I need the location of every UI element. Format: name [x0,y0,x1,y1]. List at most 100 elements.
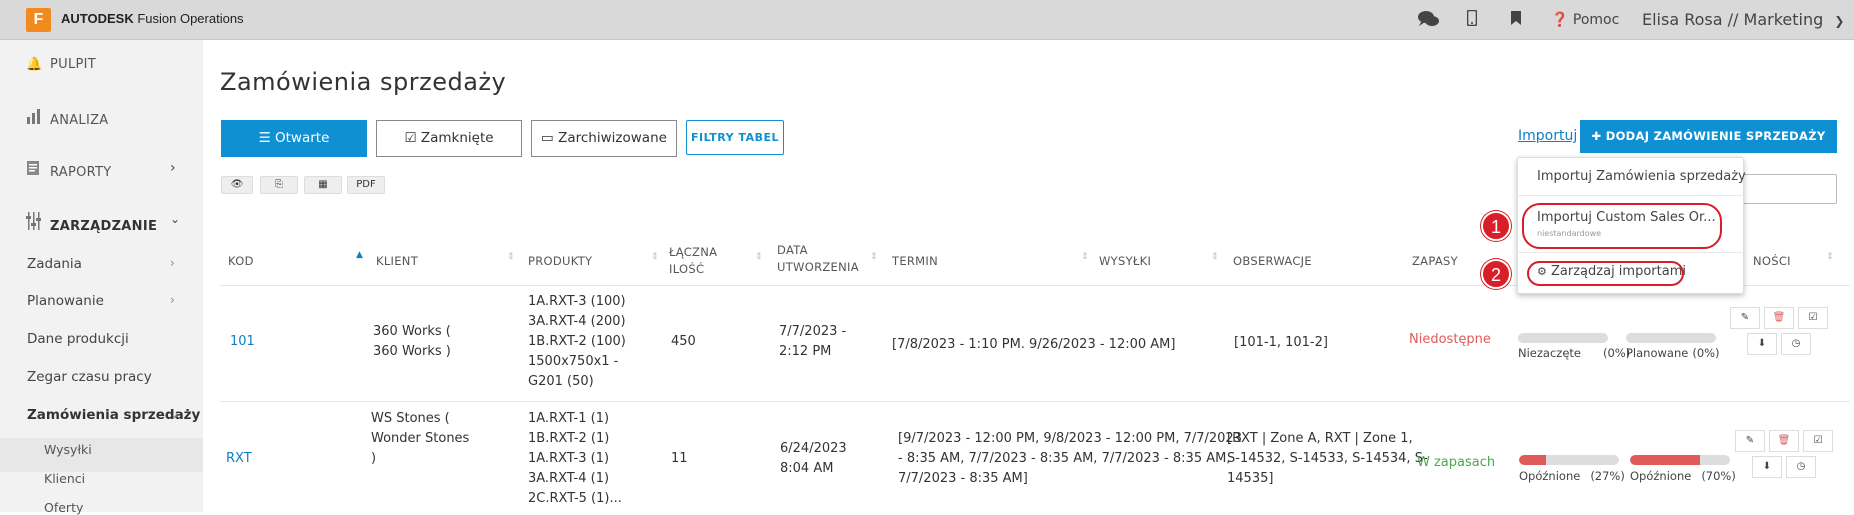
bell-icon: 🔔 [26,57,43,72]
deadline-cell: [9/7/2023 - 12:00 PM, 9/8/2023 - 12:00 P… [898,431,1242,486]
question-icon: ❓ [1551,12,1569,28]
created-date-cell: 7/7/2023 - 2:12 PM [779,324,847,359]
mobile-icon[interactable] [1466,9,1478,30]
sidebar-item-oferty[interactable]: Oferty [44,500,83,515]
sort-icon[interactable]: ⇕ [870,252,878,262]
copy-button[interactable]: ⎘ [260,176,298,194]
table-filters-button[interactable]: FILTRY TABEL [686,120,784,155]
download-button[interactable]: ⬇ [1747,333,1777,355]
header-ilosc[interactable]: ŁĄCZNA ILOŚĆ [669,245,717,276]
order-code-link[interactable]: RXT [226,449,252,469]
import-link[interactable]: Importuj [1518,128,1577,144]
plus-icon: ✚ [1591,129,1602,143]
header-termin[interactable]: TERMIN [892,254,938,268]
import-sales-orders-item[interactable]: Importuj Zamówienia sprzedaży [1537,169,1746,184]
sort-asc-icon[interactable]: ▲ [356,250,363,260]
tab-closed-button[interactable]: ☑ Zamknięte [376,120,522,157]
sidebar-item-dane-produkcji[interactable]: Dane produkcji [27,331,129,347]
header-zapasy[interactable]: ZAPASY [1412,254,1458,268]
edit-button[interactable]: ✎ [1730,307,1760,329]
header-klient[interactable]: KLIENT [376,254,418,268]
add-sales-order-button[interactable]: ✚ DODAJ ZAMÓWIENIE SPRZEDAŻY [1580,120,1837,153]
header-wysylki[interactable]: WYSYŁKI [1099,254,1151,268]
step-badge-1: 1 [1481,211,1511,241]
deadline-cell: [7/8/2023 - 1:10 PM. 9/26/2023 - 12:00 A… [892,337,1176,352]
sort-icon[interactable]: ⇕ [1211,252,1219,262]
observations-cell: [101-1, 101-2] [1234,335,1328,350]
sidebar-item-planowanie[interactable]: Planowanie [27,293,104,309]
archive-icon: ▭ [541,130,554,146]
chevron-down-icon: ⌄ [170,212,181,226]
chevron-right-icon: › [170,160,176,176]
progress-label: Niezaczęte (0%) [1518,346,1631,360]
trash-icon: 🗑 [1777,435,1791,446]
clock-icon: ◷ [1796,461,1806,472]
client-cell: 360 Works ( 360 Works ) [373,324,451,359]
sliders-icon [26,212,44,234]
menu-divider [1517,252,1744,253]
products-cell: 1A.RXT-1 (1) 1B.RXT-2 (1) 1A.RXT-3 (1) 3… [528,411,622,506]
user-menu[interactable]: Elisa Rosa // Marketing ❯ [1642,10,1844,29]
sort-icon[interactable]: ⇕ [507,252,515,262]
tab-archived-button[interactable]: ▭ Zarchiwizowane [531,120,677,157]
sort-icon[interactable]: ⇕ [755,252,763,262]
sidebar-item-klienci[interactable]: Klienci [44,471,85,486]
header-obserwacje[interactable]: OBSERWACJE [1233,254,1312,268]
delete-button[interactable]: 🗑 [1764,307,1794,329]
header-data[interactable]: DATA UTWORZENIA [777,243,859,274]
sort-icon[interactable]: ⇕ [1826,252,1834,262]
download-button[interactable]: ⬇ [1752,456,1782,478]
help-link[interactable]: ❓ Pomoc [1551,12,1619,28]
view-button[interactable]: 👁 [221,176,253,194]
download-icon: ⬇ [1757,338,1767,349]
order-code-link[interactable]: 101 [230,332,255,352]
tab-open-button[interactable]: ☰ Otwarte [221,120,367,157]
header-kod[interactable]: KOD [228,254,254,268]
header-produkty[interactable]: PRODUKTY [528,254,592,268]
table-icon: ▦ [318,179,328,190]
quantity-cell: 450 [671,334,696,349]
eye-icon: 👁 [230,179,244,190]
products-cell: 1A.RXT-3 (100) 3A.RXT-4 (200) 1B.RXT-2 (… [528,294,626,389]
header-nosci[interactable]: NOŚCI [1753,254,1791,268]
edit-icon: ✎ [1740,312,1750,323]
pdf-button[interactable]: PDF [347,176,385,194]
sidebar-item-raporty[interactable]: RAPORTY [26,160,112,180]
history-button[interactable]: ◷ [1781,333,1811,355]
progress-bar [1519,455,1619,465]
sidebar-item-pulpit[interactable]: 🔔 PULPIT [26,57,96,72]
highlight-ring [1527,261,1684,286]
progress-bar [1630,455,1730,465]
approve-button[interactable]: ☑ [1798,307,1828,329]
check-square-icon: ☑ [1808,312,1818,323]
progress-bar [1626,333,1716,343]
list-icon: ☰ [258,130,271,146]
bar-chart-icon [26,108,44,128]
app-logo: F [26,8,51,32]
sidebar-item-zarzadzanie[interactable]: ZARZĄDZANIE [26,212,157,234]
copy-icon: ⎘ [275,179,283,190]
sort-icon[interactable]: ⇕ [651,252,659,262]
progress-fill [1519,455,1546,465]
stock-status: W zapasach [1417,455,1496,470]
sidebar-item-analiza[interactable]: ANALIZA [26,108,109,128]
created-date-cell: 6/24/2023 8:04 AM [780,441,847,476]
chat-icon[interactable] [1418,10,1440,32]
edit-button[interactable]: ✎ [1735,430,1765,452]
highlight-ring [1522,203,1722,249]
trash-icon: 🗑 [1772,312,1786,323]
sidebar-item-zegar[interactable]: Zegar czasu pracy [27,369,152,385]
progress-label: Opóźnione (27%) [1519,469,1625,483]
history-button[interactable]: ◷ [1786,456,1816,478]
bookmark-icon[interactable] [1511,10,1521,29]
stock-status: Niedostępne [1409,332,1491,347]
csv-button[interactable]: ▦ [304,176,342,194]
approve-button[interactable]: ☑ [1803,430,1833,452]
progress-label: Opóźnione (70%) [1630,469,1736,483]
sidebar-active-highlight [0,438,203,472]
search-input[interactable] [1740,174,1837,204]
delete-button[interactable]: 🗑 [1769,430,1799,452]
sort-icon[interactable]: ⇕ [1081,252,1089,262]
sidebar-item-wysylki[interactable]: Wysyłki [44,442,92,457]
sidebar-item-zadania[interactable]: Zadania [27,256,82,272]
